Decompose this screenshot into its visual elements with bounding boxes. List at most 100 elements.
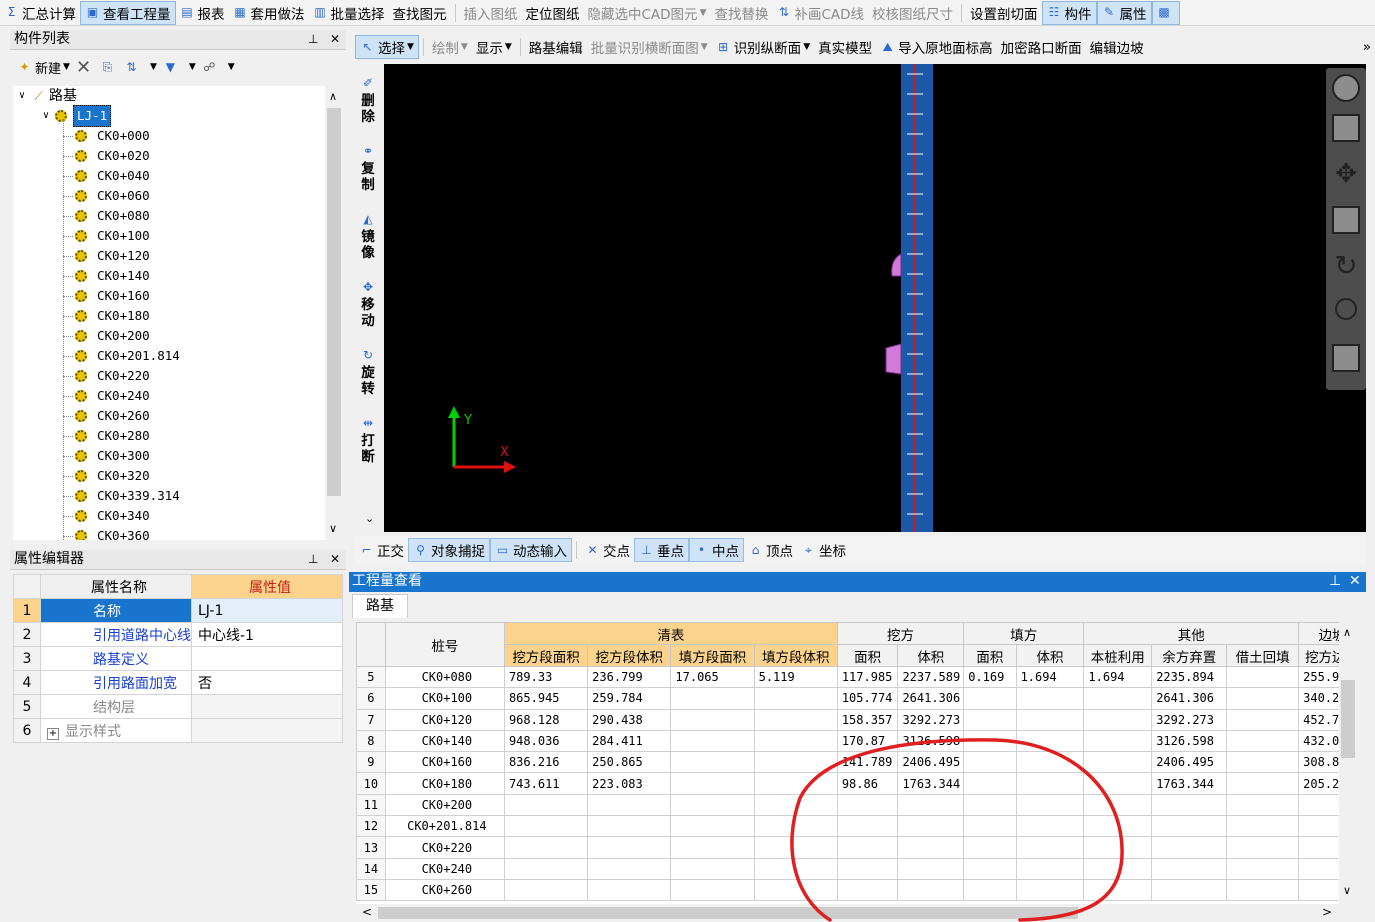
subcolumn-header[interactable]: 借土回填	[1226, 644, 1300, 667]
quantity-cell[interactable]	[670, 857, 755, 880]
station-cell[interactable]: CK0+200	[384, 793, 505, 817]
copy-icon[interactable]: ⎘	[100, 60, 115, 75]
subcolumn-header[interactable]: 面积	[836, 644, 899, 667]
tool-button[interactable]: 插入图纸	[460, 1, 522, 25]
vertex-button[interactable]: ⌂ 顶点	[744, 538, 797, 562]
pan-icon[interactable]: ✥	[1332, 160, 1360, 188]
quantity-cell[interactable]: 1.694	[1083, 665, 1153, 689]
tree-scrollbar[interactable]: ∧ ∨	[325, 86, 343, 540]
station-cell[interactable]: CK0+100	[384, 687, 505, 710]
quantity-cell[interactable]: 948.036	[503, 729, 589, 753]
quantity-cell[interactable]: 259.784	[587, 687, 672, 710]
subcolumn-header[interactable]: 填方段体积	[753, 644, 838, 667]
tree-item-station[interactable]: CK0+360	[63, 526, 150, 540]
move-tool-button[interactable]: ✥ 移动	[355, 280, 381, 329]
quantity-cell[interactable]	[1015, 687, 1085, 710]
tree-item-station[interactable]: CK0+120	[63, 246, 150, 266]
close-icon[interactable]: ✕	[330, 550, 340, 569]
delete-icon[interactable]: ✕	[76, 58, 91, 76]
station-cell[interactable]: CK0+160	[384, 751, 505, 774]
quantity-cell[interactable]: 236.799	[587, 665, 672, 689]
pin-icon[interactable]: ⊥	[308, 550, 318, 569]
cross-section-shape[interactable]	[885, 343, 902, 375]
tool-button[interactable]: 查找图元	[389, 1, 451, 25]
quantity-cell[interactable]	[670, 708, 755, 731]
quantity-cell[interactable]	[670, 772, 755, 795]
pin-icon[interactable]: ⊥	[308, 30, 318, 49]
quantity-cell[interactable]: 1.694	[1015, 665, 1085, 689]
filter-icon[interactable]: ▼	[163, 60, 178, 75]
dropdown-icon[interactable]: ▼	[505, 42, 512, 52]
scroll-up-icon[interactable]: ∧	[1343, 626, 1351, 639]
table-vscrollbar[interactable]: ∧ ∨	[1339, 622, 1357, 904]
dropdown-icon[interactable]: ▼	[803, 42, 810, 52]
import-elevation-button[interactable]: ⛰ 导入原地面标高	[876, 35, 997, 59]
quantity-cell[interactable]	[1226, 815, 1300, 838]
scroll-thumb[interactable]	[327, 108, 341, 496]
sigma-button[interactable]: Σ 汇总计算	[0, 1, 80, 25]
tree-root[interactable]: ∨ ⟋ 路基	[19, 86, 77, 106]
quantity-cell[interactable]	[587, 878, 672, 902]
tool-button[interactable]: 隐藏选中CAD图元 ▼	[584, 1, 711, 25]
quantity-cell[interactable]: 117.985	[836, 665, 899, 689]
quantity-cell[interactable]: 1763.344	[1151, 772, 1228, 795]
quantity-cell[interactable]: 452.76	[1298, 708, 1339, 731]
tool-button[interactable]: 显示 ▼	[472, 35, 516, 59]
quantity-cell[interactable]: 340.287	[1298, 687, 1339, 710]
quantity-cell[interactable]: 3126.598	[1151, 729, 1228, 753]
quantity-cell[interactable]	[1298, 815, 1339, 838]
station-cell[interactable]: CK0+080	[384, 665, 505, 689]
rotate-tool-button[interactable]: ↻ 旋转	[355, 348, 381, 397]
quantity-cell[interactable]: 105.774	[836, 687, 899, 710]
perpendicular-button[interactable]: ⊥ 垂点	[634, 538, 689, 562]
tool-button[interactable]: 定位图纸	[522, 1, 584, 25]
station-cell[interactable]: CK0+240	[384, 857, 505, 880]
chevron-double-down-icon[interactable]: ⌄	[365, 512, 374, 525]
quantity-cell[interactable]: 2235.894	[1151, 665, 1228, 689]
cursor-button[interactable]: ↖ 选择 ▼	[355, 35, 419, 59]
circle-view-icon[interactable]	[1335, 298, 1357, 320]
zoom-window-icon[interactable]	[1332, 206, 1360, 234]
scroll-right-icon[interactable]: >	[1322, 905, 1332, 919]
dropdown-icon[interactable]: ▼	[461, 42, 468, 52]
tree-item-station[interactable]: CK0+100	[63, 226, 150, 246]
property-value[interactable]: 中心线-1	[191, 622, 343, 647]
quantity-cell[interactable]	[1226, 857, 1300, 880]
property-name[interactable]: 名称	[40, 598, 192, 623]
quantity-cell[interactable]	[503, 857, 589, 880]
quantity-cell[interactable]: 250.865	[587, 751, 672, 774]
close-icon[interactable]: ✕	[1349, 572, 1361, 591]
station-cell[interactable]: CK0+180	[384, 772, 505, 795]
quantity-cell[interactable]	[1083, 687, 1153, 710]
copy-tool-button[interactable]: ⚭ 复制	[355, 144, 381, 193]
scroll-down-icon[interactable]: ∨	[329, 522, 337, 535]
tree-item-station[interactable]: CK0+220	[63, 366, 150, 386]
property-value[interactable]: LJ-1	[191, 598, 343, 623]
quantity-cell[interactable]	[503, 836, 589, 859]
quantity-cell[interactable]	[1151, 815, 1228, 838]
tree-item-station[interactable]: CK0+260	[63, 406, 150, 426]
more-tools-button[interactable]: »	[1359, 35, 1375, 59]
orbit-icon[interactable]	[1332, 74, 1360, 102]
property-name[interactable]: 引用道路中心线	[40, 622, 192, 647]
dropdown-icon[interactable]: ▼	[701, 42, 708, 52]
table-row[interactable]: 6 CK0+100 865.945 259.784 105.774 2641.306 264…	[356, 687, 1339, 710]
close-icon[interactable]: ✕	[330, 30, 340, 49]
quantity-cell[interactable]	[1226, 687, 1300, 710]
quantity-cell[interactable]: 865.945	[503, 687, 589, 710]
quantity-cell[interactable]	[1151, 793, 1228, 817]
quantity-cell[interactable]	[1226, 708, 1300, 731]
pin-icon[interactable]: ⊥	[1329, 572, 1341, 591]
quantity-cell[interactable]: 2641.306	[897, 687, 965, 710]
tree-item-station[interactable]: CK0+000	[63, 126, 150, 146]
quantity-cell[interactable]	[1226, 772, 1300, 795]
tree-item-station[interactable]: CK0+180	[63, 306, 150, 326]
tab-roadbed[interactable]: 路基	[352, 594, 408, 618]
quantity-cell[interactable]	[1151, 836, 1228, 859]
mirror-tool-button[interactable]: ◭ 镜像	[355, 212, 381, 261]
quantity-cell[interactable]: 789.33	[503, 665, 589, 689]
quantity-cell[interactable]: 223.083	[587, 772, 672, 795]
quantity-cell[interactable]	[587, 793, 672, 817]
quantity-cell[interactable]	[670, 878, 755, 902]
property-value[interactable]	[191, 646, 343, 671]
